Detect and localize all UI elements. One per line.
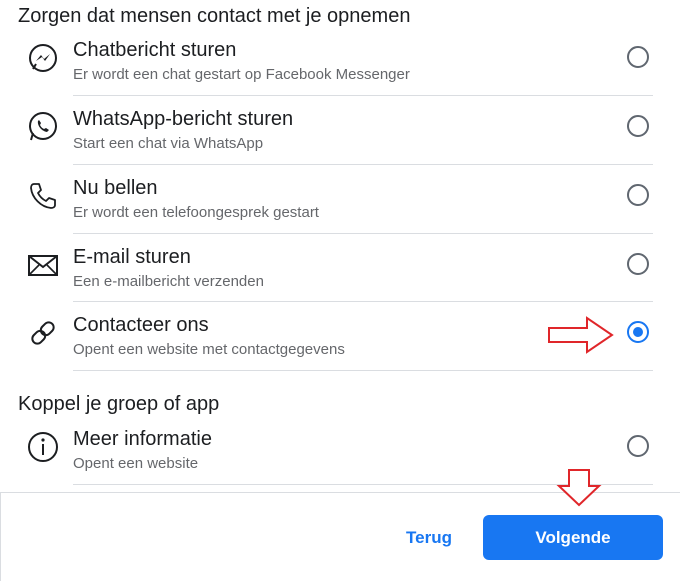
radio-button[interactable] <box>627 115 649 137</box>
radio-button[interactable] <box>627 184 649 206</box>
divider <box>73 233 653 234</box>
phone-icon <box>26 179 60 213</box>
back-button[interactable]: Terug <box>393 522 465 554</box>
option-title: WhatsApp-bericht sturen <box>73 108 294 130</box>
option-subtitle: Opent een website <box>73 455 199 472</box>
option-subtitle: Een e-mailbericht verzenden <box>73 273 264 290</box>
radio-button[interactable] <box>627 46 649 68</box>
option-subtitle: Start een chat via WhatsApp <box>73 135 264 152</box>
option-title: Meer informatie <box>73 428 212 450</box>
divider <box>73 95 653 96</box>
option-subtitle: Opent een website met contactgegevens <box>73 341 345 358</box>
option-title: Chatbericht sturen <box>73 39 237 61</box>
envelope-icon <box>26 248 60 282</box>
footer-edge <box>0 492 1 581</box>
section-title-connect: Koppel je groep of app <box>18 393 220 415</box>
option-subtitle: Er wordt een telefoongesprek gestart <box>73 204 319 221</box>
info-icon <box>26 430 60 464</box>
next-button[interactable]: Volgende <box>483 515 663 560</box>
option-title: Nu bellen <box>73 177 158 199</box>
divider <box>73 164 653 165</box>
section-title-contact: Zorgen dat mensen contact met je opnemen <box>18 5 411 27</box>
radio-button[interactable] <box>627 435 649 457</box>
option-title: Contacteer ons <box>73 314 209 336</box>
link-icon <box>26 316 60 350</box>
annotation-arrow-down-icon <box>556 469 602 507</box>
whatsapp-icon <box>26 110 60 144</box>
option-title: E-mail sturen <box>73 246 191 268</box>
radio-button[interactable] <box>627 253 649 275</box>
annotation-arrow-right-icon <box>548 316 614 354</box>
option-subtitle: Er wordt een chat gestart op Facebook Me… <box>73 66 410 83</box>
divider <box>73 370 653 371</box>
divider <box>73 301 653 302</box>
radio-button-selected[interactable] <box>627 321 649 343</box>
messenger-icon <box>26 41 60 75</box>
